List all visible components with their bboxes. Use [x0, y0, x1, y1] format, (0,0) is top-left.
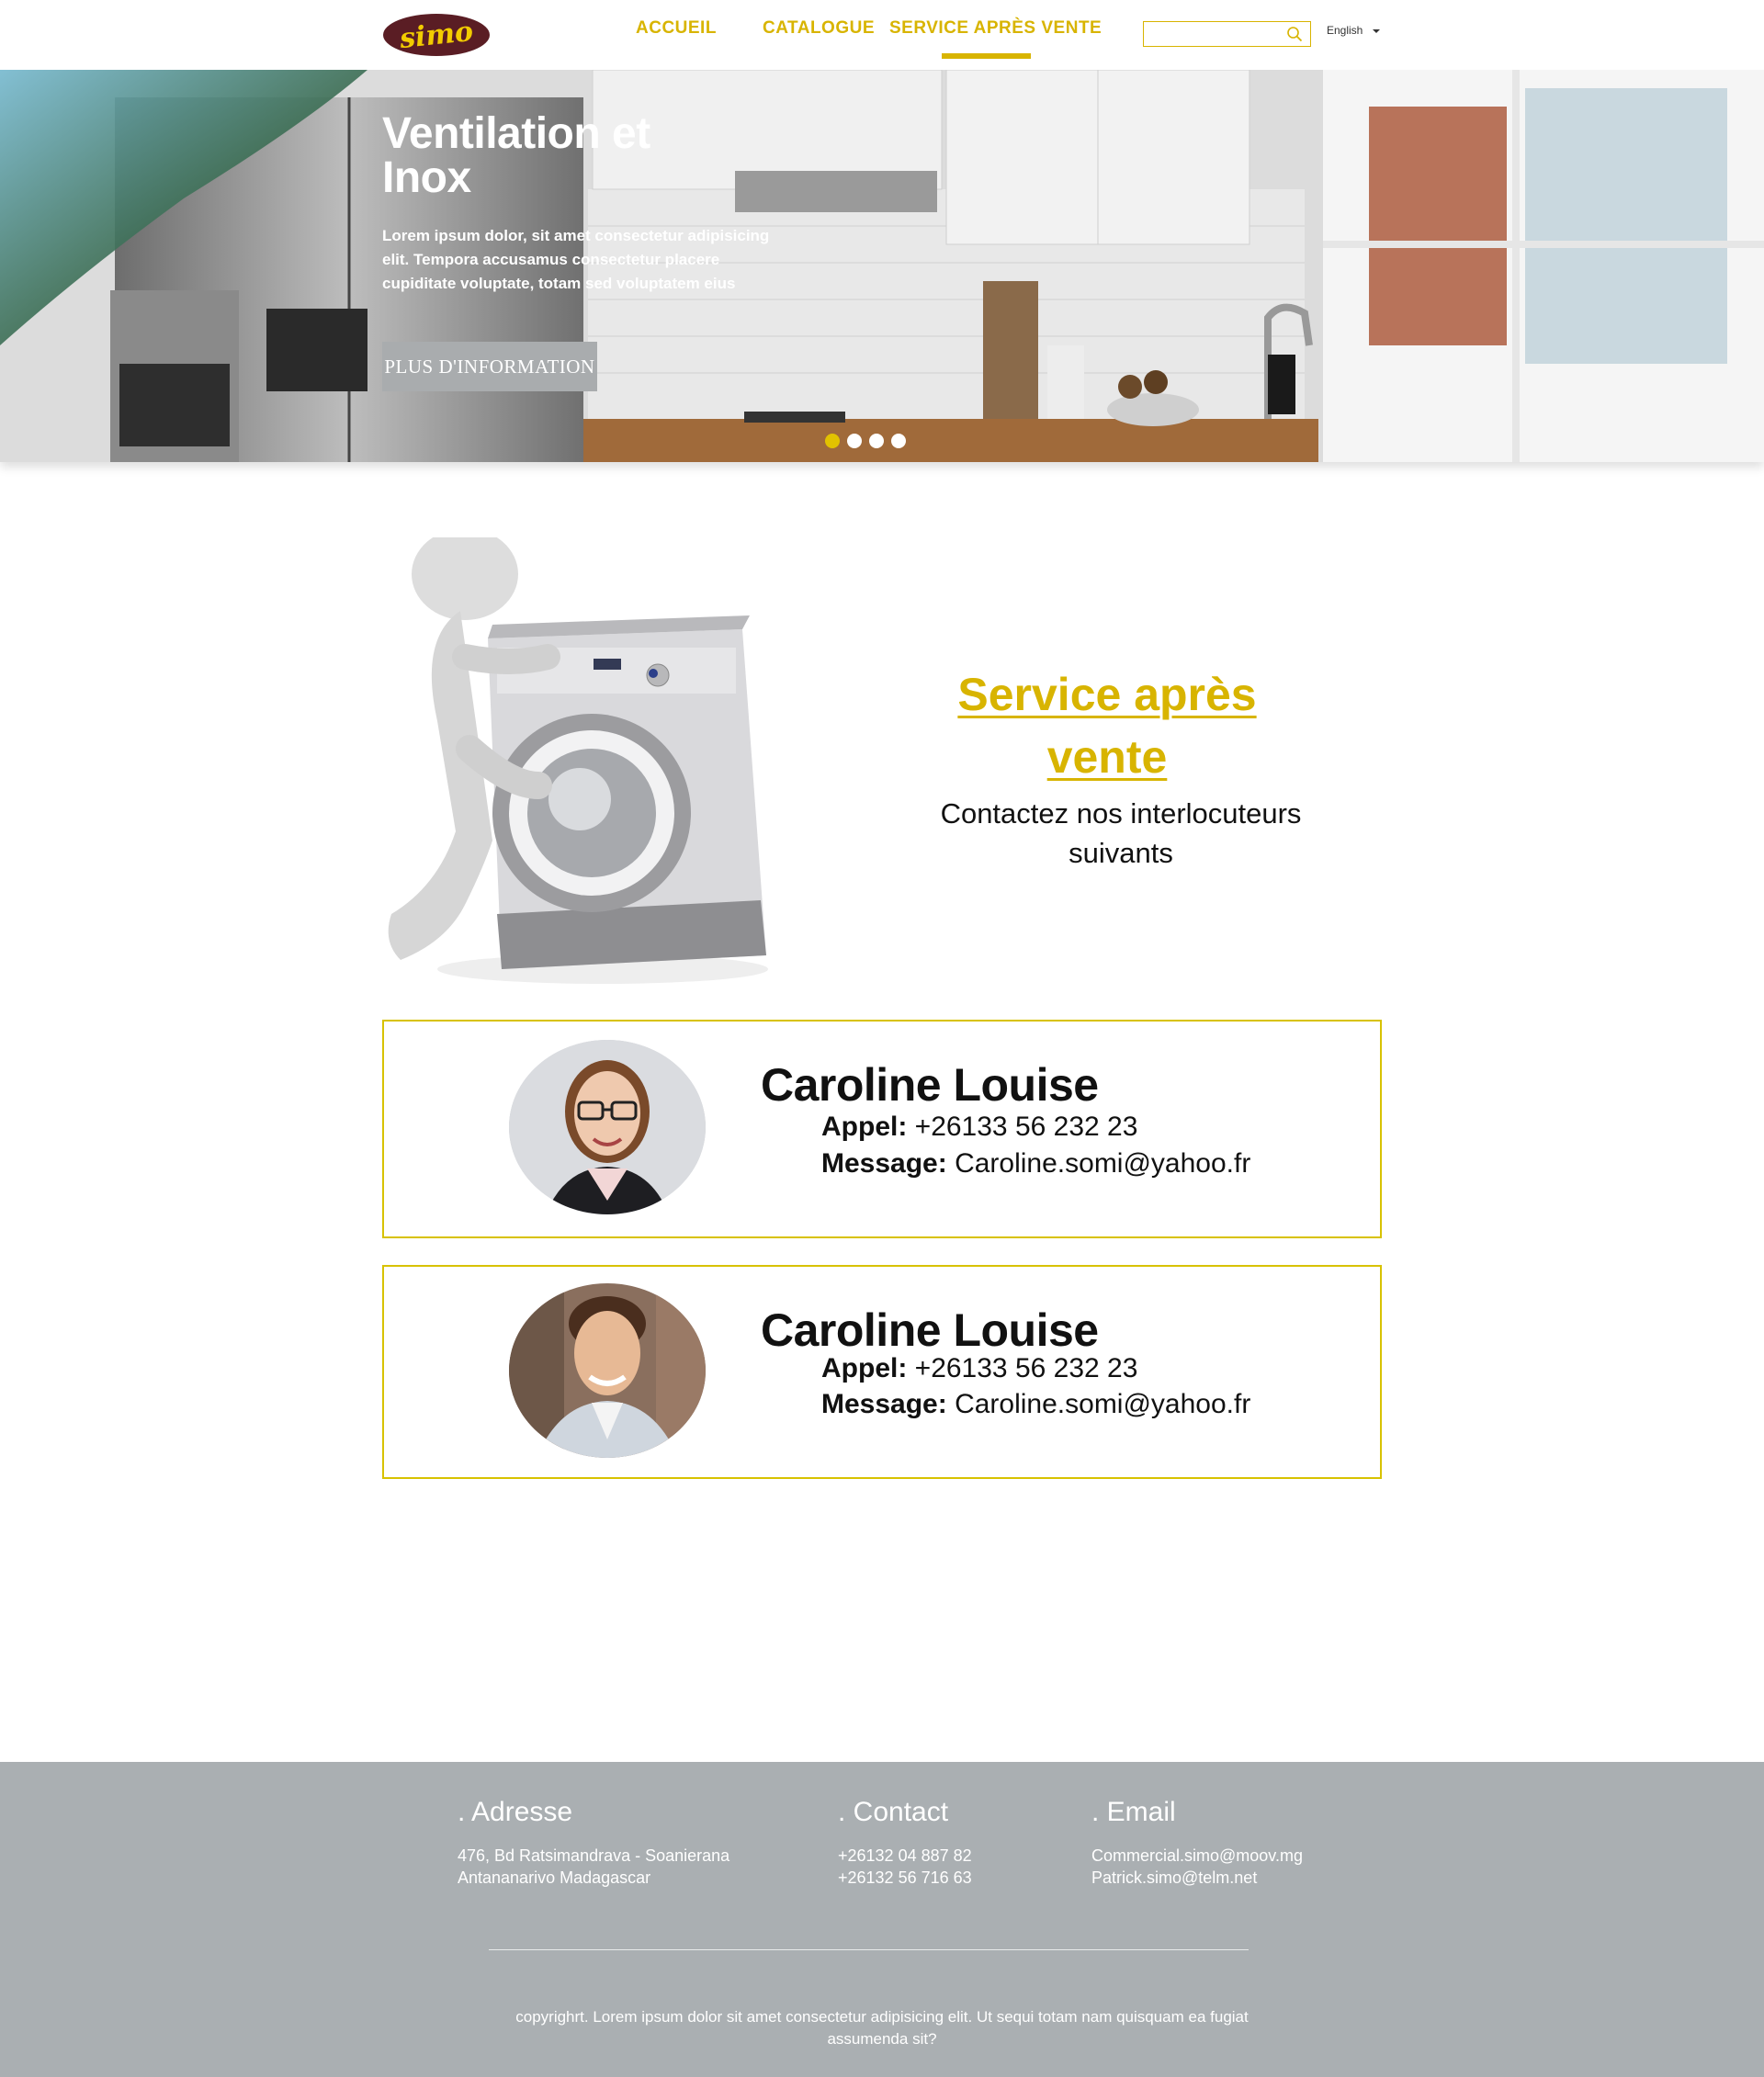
footer: . Adresse 476, Bd Ratsimandrava - Soanie… — [0, 1762, 1764, 2077]
simo-logo[interactable]: simo — [382, 13, 491, 57]
footer-email: Commercial.simo@moov.mg Patrick.simo@tel… — [1091, 1845, 1303, 1889]
carousel-dot-1[interactable] — [825, 434, 840, 448]
avatar — [509, 1283, 706, 1458]
footer-address-title: . Adresse — [458, 1797, 573, 1827]
email-label: Message: — [821, 1148, 947, 1179]
phone-value[interactable]: +26133 56 232 23 — [915, 1112, 1138, 1142]
contact-name: Caroline Louise — [761, 1059, 1099, 1111]
search-icon[interactable] — [1286, 26, 1303, 42]
carousel-dot-4[interactable] — [891, 434, 906, 448]
address-line: Antananarivo Madagascar — [458, 1868, 651, 1887]
sav-subtitle: Contactez nos interlocuteurs suivants — [940, 797, 1302, 869]
email-label: Message: — [821, 1389, 947, 1419]
nav-service-apres-vente[interactable]: SERVICE APRÈS VENTE — [889, 18, 1102, 39]
kitchen-photo — [0, 70, 1764, 462]
contact-phone: Appel: +26133 56 232 23 — [821, 1353, 1137, 1384]
footer-copyright: copyrighrt. Lorem ipsum dolor sit amet c… — [515, 2008, 1249, 2048]
contact-email: Message: Caroline.somi@yahoo.fr — [821, 1389, 1250, 1420]
email-value[interactable]: Caroline.somi@yahoo.fr — [955, 1389, 1250, 1419]
footer-address: 476, Bd Ratsimandrava - Soanierana Antan… — [458, 1845, 729, 1889]
hero-description: Lorem ipsum dolor, sit amet consectetur … — [382, 227, 770, 292]
avatar — [509, 1040, 706, 1214]
language-selector[interactable]: English — [1327, 24, 1363, 37]
search-input[interactable] — [1144, 22, 1282, 44]
phone-label: Appel: — [821, 1112, 908, 1142]
contact-card: Caroline Louise Appel: +26133 56 232 23 … — [382, 1265, 1382, 1479]
phone-link[interactable]: +26132 56 716 63 — [838, 1867, 972, 1889]
sav-title: Service après vente — [957, 669, 1257, 783]
hero-title: Ventilation et Inox — [382, 109, 650, 202]
footer-contact-title: . Contact — [838, 1797, 949, 1827]
contact-card: Caroline Louise Appel: +26133 56 232 23 … — [382, 1020, 1382, 1238]
footer-contact: +26132 04 887 82 +26132 56 716 63 — [838, 1845, 972, 1889]
nav-active-indicator — [942, 53, 1031, 59]
chevron-down-icon[interactable] — [1373, 29, 1380, 33]
address-line: 476, Bd Ratsimandrava - Soanierana — [458, 1846, 730, 1865]
email-link[interactable]: Patrick.simo@telm.net — [1091, 1867, 1303, 1889]
phone-value[interactable]: +26133 56 232 23 — [915, 1353, 1138, 1383]
footer-email-title: . Email — [1091, 1797, 1176, 1827]
washing-machine-illustration — [388, 537, 768, 984]
contact-name: Caroline Louise — [761, 1304, 1099, 1356]
search-box — [1143, 21, 1311, 47]
more-info-button[interactable]: PLUS D'INFORMATION — [382, 342, 597, 391]
email-value[interactable]: Caroline.somi@yahoo.fr — [955, 1148, 1250, 1179]
carousel-dot-3[interactable] — [869, 434, 884, 448]
hero-banner: Ventilation et Inox Lorem ipsum dolor, s… — [0, 70, 1764, 462]
email-link[interactable]: Commercial.simo@moov.mg — [1091, 1845, 1303, 1867]
contact-phone: Appel: +26133 56 232 23 — [821, 1112, 1137, 1143]
phone-link[interactable]: +26132 04 887 82 — [838, 1845, 972, 1867]
footer-divider — [489, 1949, 1249, 1950]
header: simo ACCUEIL CATALOGUE SERVICE APRÈS VEN… — [0, 0, 1764, 70]
phone-label: Appel: — [821, 1353, 908, 1383]
contact-email: Message: Caroline.somi@yahoo.fr — [821, 1148, 1250, 1180]
carousel-dot-2[interactable] — [847, 434, 862, 448]
nav-catalogue[interactable]: CATALOGUE — [763, 18, 875, 39]
nav-accueil[interactable]: ACCUEIL — [636, 18, 717, 39]
